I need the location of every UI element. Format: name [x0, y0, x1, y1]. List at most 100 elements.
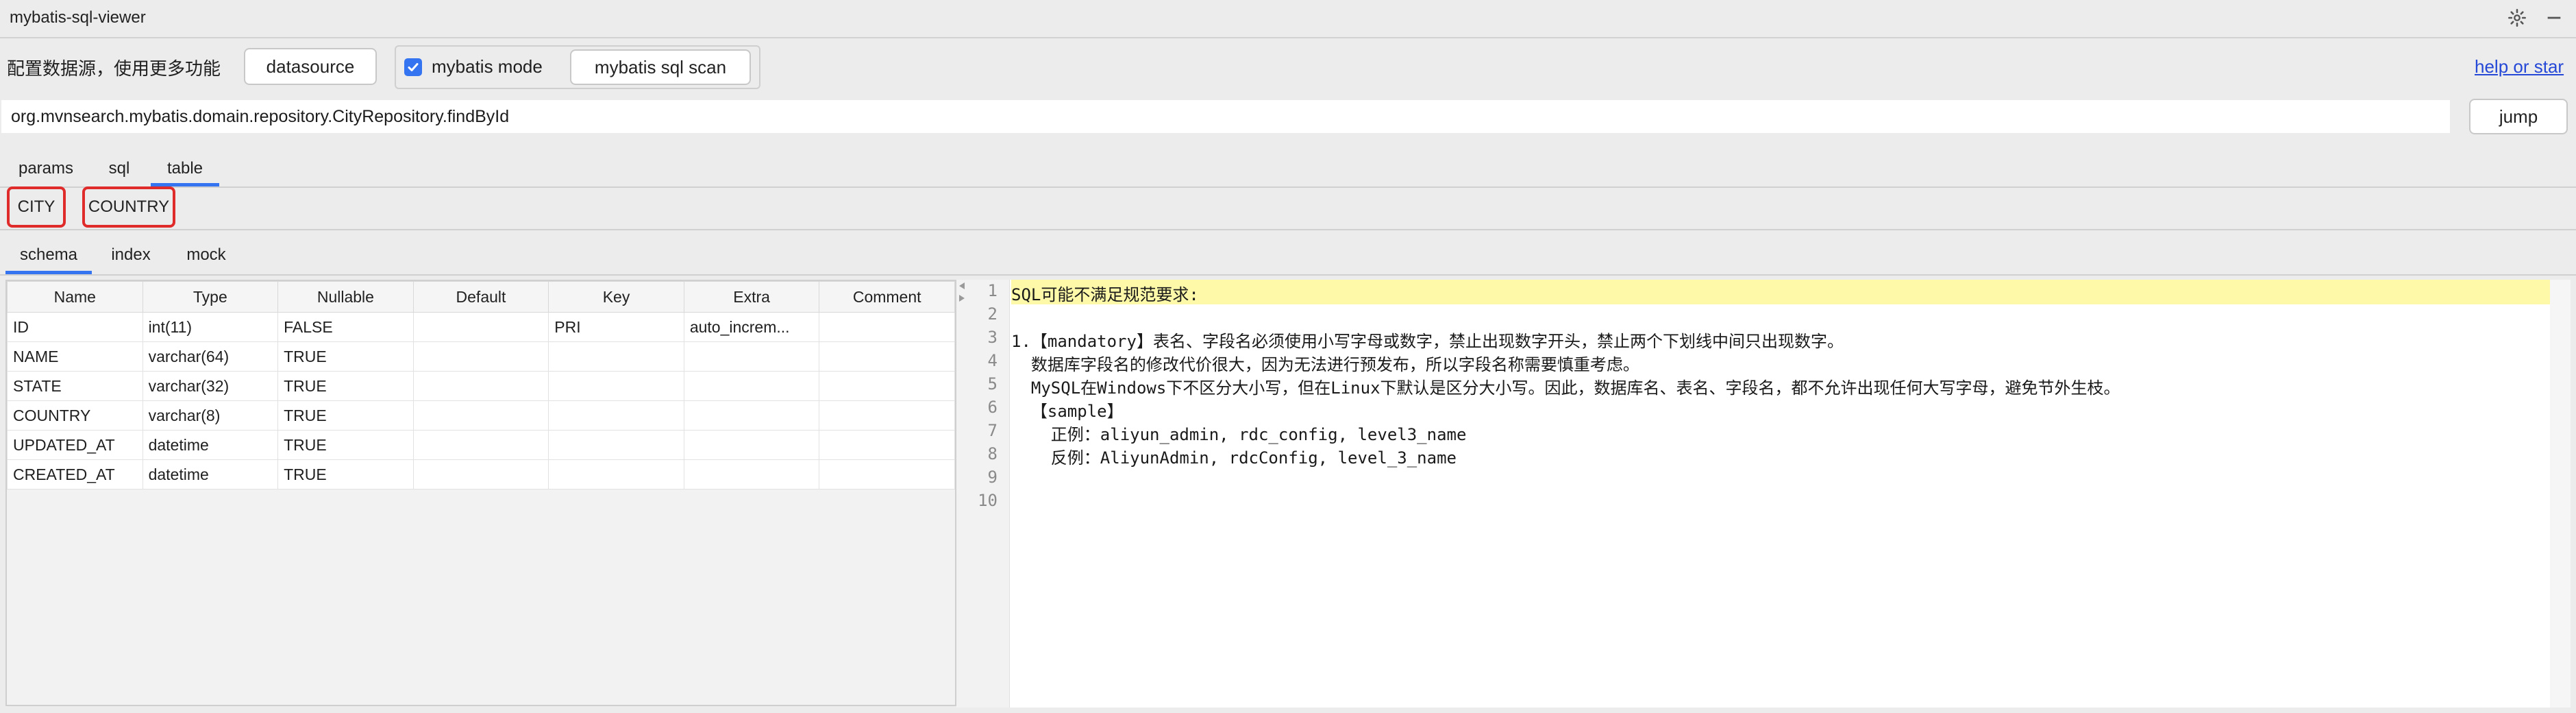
line-highlight	[1011, 280, 2553, 304]
line-number: 8	[987, 444, 998, 463]
table-row[interactable]: ID int(11) FALSE PRI auto_increm...	[7, 312, 955, 342]
table-cell[interactable]: CREATED_AT	[7, 459, 143, 490]
table-cell[interactable]	[412, 341, 549, 372]
help-link[interactable]: help or star	[2475, 56, 2564, 77]
column-header[interactable]: Name	[7, 281, 143, 313]
table-cell[interactable]: TRUE	[277, 341, 414, 372]
datasource-button[interactable]: datasource	[244, 48, 377, 85]
table-cell[interactable]: TRUE	[277, 400, 414, 431]
table-cell[interactable]: datetime	[142, 459, 279, 490]
code-line[interactable]: 正例：aliyun_admin, rdc_config, level3_name	[1011, 421, 1467, 445]
table-tab-city[interactable]: CITY	[7, 186, 66, 228]
table-cell[interactable]	[819, 371, 955, 401]
code-line[interactable]: 【sample】	[1011, 398, 1124, 422]
table-row[interactable]: STATE varchar(32) TRUE	[7, 371, 955, 401]
table-cell[interactable]: STATE	[7, 371, 143, 401]
table-cell[interactable]	[819, 312, 955, 342]
tab-table[interactable]: table	[151, 152, 219, 186]
table-cell[interactable]: PRI	[548, 312, 684, 342]
table-cell[interactable]	[412, 430, 549, 460]
editor-scrollbar[interactable]	[2550, 280, 2571, 708]
table-cell[interactable]: ID	[7, 312, 143, 342]
tab-index[interactable]: index	[101, 237, 160, 273]
table-header-row: Name Type Nullable Default Key Extra Com…	[7, 281, 955, 313]
line-number: 1	[987, 281, 998, 300]
code-line[interactable]: 数据库字段名的修改代价很大，因为无法进行预发布，所以字段名称需要慎重考虑。	[1011, 351, 1639, 375]
table-cell[interactable]	[819, 341, 955, 372]
datasource-hint: 配置数据源，使用更多功能	[7, 58, 221, 79]
table-cell[interactable]	[683, 371, 820, 401]
sub-tabs-divider	[0, 274, 2576, 276]
minimize-icon[interactable]	[2542, 5, 2566, 30]
column-header[interactable]: Comment	[819, 281, 955, 313]
check-icon	[408, 63, 419, 71]
table-cell[interactable]	[819, 400, 955, 431]
code-line[interactable]: 反例：AliyunAdmin, rdcConfig, level_3_name	[1011, 444, 1457, 468]
table-cell[interactable]: varchar(32)	[142, 371, 279, 401]
mybatis-mode-checkbox[interactable]	[404, 58, 422, 76]
table-cell[interactable]	[548, 371, 684, 401]
line-number: 5	[987, 374, 998, 394]
table-cell[interactable]	[819, 459, 955, 490]
tab-schema[interactable]: schema	[5, 237, 92, 274]
table-cell[interactable]	[412, 371, 549, 401]
table-row[interactable]: COUNTRY varchar(8) TRUE	[7, 400, 955, 431]
table-cell[interactable]	[683, 341, 820, 372]
line-number: 9	[987, 468, 998, 487]
tab-params[interactable]: params	[8, 152, 84, 185]
table-cell[interactable]	[548, 430, 684, 460]
column-header[interactable]: Default	[412, 281, 549, 313]
table-cell[interactable]: TRUE	[277, 371, 414, 401]
line-number: 6	[987, 398, 998, 417]
table-cell[interactable]	[683, 430, 820, 460]
table-cell[interactable]	[683, 459, 820, 490]
gear-icon[interactable]	[2505, 5, 2529, 30]
code-line[interactable]: 1.【mandatory】表名、字段名必须使用小写字母或数字，禁止出现数字开头，…	[1011, 328, 1844, 352]
column-header[interactable]: Nullable	[277, 281, 414, 313]
table-cell[interactable]: int(11)	[142, 312, 279, 342]
schema-table: Name Type Nullable Default Key Extra Com…	[7, 281, 955, 490]
table-cell[interactable]: TRUE	[277, 430, 414, 460]
line-number: 10	[978, 491, 998, 510]
table-tabs-divider	[0, 229, 2576, 230]
title-divider	[0, 37, 2576, 38]
column-header[interactable]: Extra	[683, 281, 820, 313]
table-cell[interactable]: TRUE	[277, 459, 414, 490]
schema-table-panel: Name Type Nullable Default Key Extra Com…	[5, 280, 956, 706]
title-actions	[2505, 5, 2566, 30]
table-row[interactable]: NAME varchar(64) TRUE	[7, 341, 955, 372]
table-cell[interactable]: COUNTRY	[7, 400, 143, 431]
window-title: mybatis-sql-viewer	[10, 8, 146, 27]
column-header[interactable]: Key	[548, 281, 684, 313]
table-cell[interactable]: auto_increm...	[683, 312, 820, 342]
code-line[interactable]: SQL可能不满足规范要求:	[1011, 281, 1199, 305]
column-header[interactable]: Type	[142, 281, 279, 313]
line-number: 7	[987, 421, 998, 440]
mybatis-sql-scan-button[interactable]: mybatis sql scan	[570, 49, 751, 85]
table-cell[interactable]	[412, 459, 549, 490]
tab-mock[interactable]: mock	[173, 237, 240, 273]
table-cell[interactable]	[548, 400, 684, 431]
table-cell[interactable]	[548, 341, 684, 372]
jump-button[interactable]: jump	[2469, 99, 2568, 134]
table-cell[interactable]	[683, 400, 820, 431]
line-number: 3	[987, 328, 998, 347]
table-cell[interactable]: datetime	[142, 430, 279, 460]
table-cell[interactable]	[412, 400, 549, 431]
table-cell[interactable]: UPDATED_AT	[7, 430, 143, 460]
table-tab-country[interactable]: COUNTRY	[82, 186, 175, 228]
mapper-path-input[interactable]: org.mvnsearch.mybatis.domain.repository.…	[1, 100, 2450, 133]
table-row[interactable]: CREATED_AT datetime TRUE	[7, 459, 955, 490]
table-cell[interactable]	[819, 430, 955, 460]
table-cell[interactable]	[548, 459, 684, 490]
table-cell[interactable]: NAME	[7, 341, 143, 372]
table-cell[interactable]	[412, 312, 549, 342]
code-line[interactable]: MySQL在Windows下不区分大小写，但在Linux下默认是区分大小写。因此…	[1011, 374, 2120, 398]
line-number: 2	[987, 304, 998, 324]
mybatis-mode-label[interactable]: mybatis mode	[432, 56, 543, 77]
tab-sql[interactable]: sql	[97, 152, 141, 185]
table-cell[interactable]: FALSE	[277, 312, 414, 342]
table-row[interactable]: UPDATED_AT datetime TRUE	[7, 430, 955, 460]
table-cell[interactable]: varchar(64)	[142, 341, 279, 372]
table-cell[interactable]: varchar(8)	[142, 400, 279, 431]
